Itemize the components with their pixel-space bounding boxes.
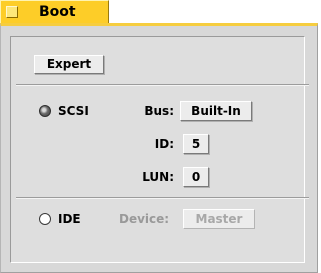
scsi-label: SCSI	[58, 104, 89, 118]
bus-select[interactable]: Built-In	[180, 101, 252, 121]
tab-boot[interactable]: Boot	[0, 0, 109, 23]
id-label: ID:	[154, 137, 174, 151]
tab-box-icon	[6, 6, 18, 18]
ide-radio[interactable]	[39, 213, 51, 225]
lun-label: LUN:	[142, 170, 174, 184]
expert-button[interactable]: Expert	[34, 55, 104, 74]
device-label: Device:	[119, 212, 170, 226]
bus-label: Bus:	[144, 104, 174, 118]
tab-title: Boot	[39, 4, 76, 20]
id-select[interactable]: 5	[183, 134, 209, 154]
device-select[interactable]: Master	[183, 209, 255, 229]
ide-label: IDE	[58, 212, 81, 226]
separator-bottom	[16, 197, 309, 199]
lun-select[interactable]: 0	[183, 167, 209, 187]
separator-top	[16, 84, 309, 86]
scsi-radio[interactable]	[39, 105, 51, 117]
